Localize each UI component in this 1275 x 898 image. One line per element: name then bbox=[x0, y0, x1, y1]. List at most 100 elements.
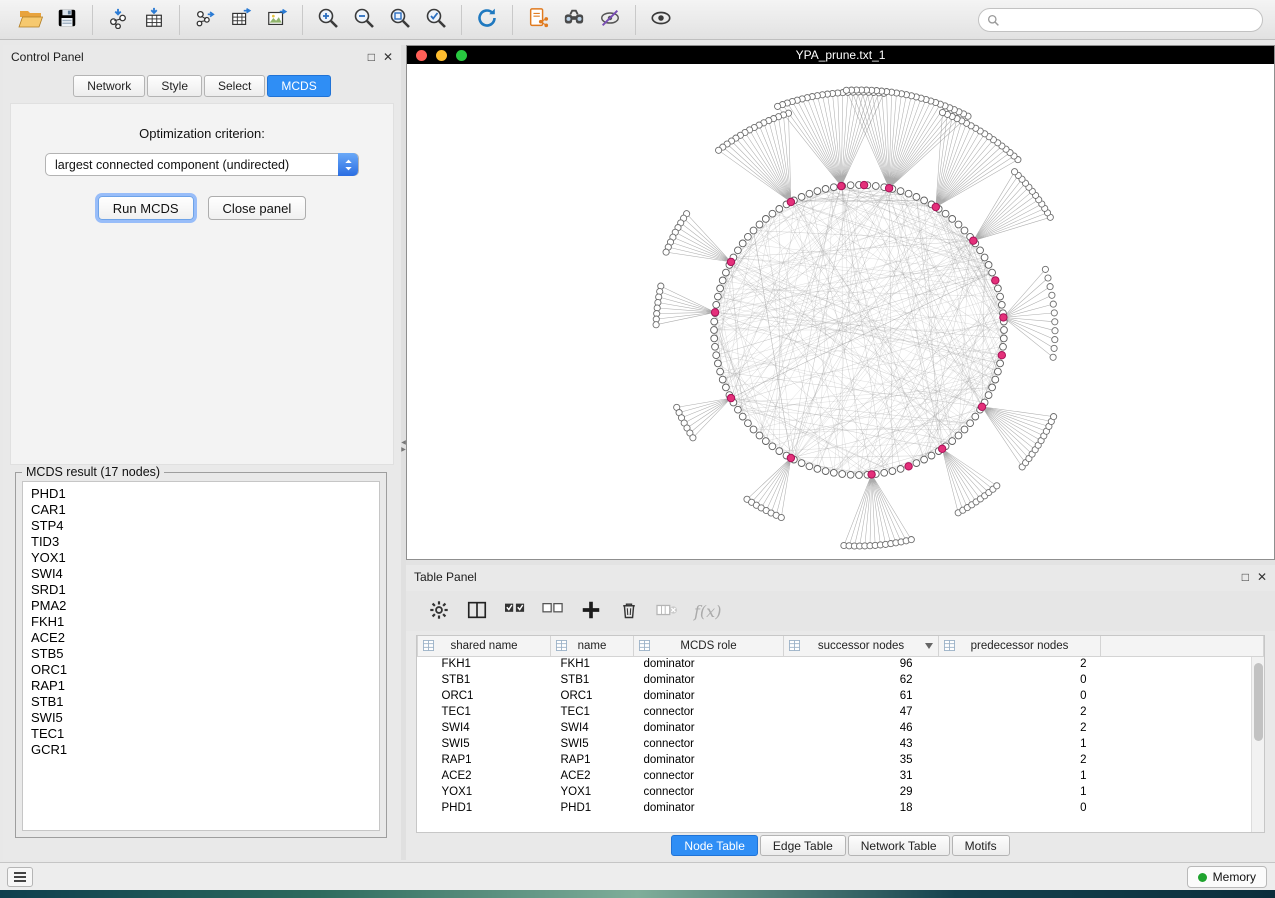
mcds-result-node[interactable]: CAR1 bbox=[31, 502, 379, 518]
network-node[interactable] bbox=[913, 460, 920, 467]
network-node[interactable] bbox=[711, 318, 718, 325]
tab-edge-table[interactable]: Edge Table bbox=[760, 835, 846, 856]
network-node[interactable] bbox=[806, 190, 813, 197]
network-node[interactable] bbox=[989, 384, 996, 391]
delete-column-button[interactable] bbox=[612, 596, 646, 626]
mcds-result-node[interactable]: STB5 bbox=[31, 646, 379, 662]
network-node[interactable] bbox=[745, 233, 752, 240]
dominator-node[interactable] bbox=[860, 181, 867, 188]
table-row[interactable]: PHD1PHD1dominator180 bbox=[418, 800, 1264, 816]
network-node[interactable] bbox=[961, 426, 968, 433]
optimization-criterion-select[interactable]: largest connected component (undirected) bbox=[45, 153, 359, 176]
network-node[interactable] bbox=[814, 466, 821, 473]
dominator-node[interactable] bbox=[970, 237, 977, 244]
dominator-node[interactable] bbox=[868, 471, 875, 478]
network-node[interactable] bbox=[712, 343, 719, 350]
apply-layout-button[interactable] bbox=[469, 5, 505, 35]
tab-network[interactable]: Network bbox=[73, 75, 145, 97]
network-node[interactable] bbox=[1000, 335, 1007, 342]
tab-select[interactable]: Select bbox=[204, 75, 265, 97]
table-row[interactable]: STB1STB1dominator620 bbox=[418, 672, 1264, 688]
network-node[interactable] bbox=[913, 194, 920, 201]
network-node[interactable] bbox=[985, 392, 992, 399]
table-row[interactable]: RAP1RAP1dominator352 bbox=[418, 752, 1264, 768]
dominator-node[interactable] bbox=[978, 403, 985, 410]
network-node[interactable] bbox=[762, 216, 769, 223]
status-menu-button[interactable] bbox=[7, 867, 33, 887]
dominator-node[interactable] bbox=[905, 463, 912, 470]
export-image-button[interactable] bbox=[259, 5, 295, 35]
network-node[interactable] bbox=[711, 335, 718, 342]
network-node[interactable] bbox=[822, 468, 829, 475]
close-table-panel-button[interactable]: ✕ bbox=[1257, 571, 1267, 583]
network-node[interactable] bbox=[908, 537, 914, 543]
import-table-button[interactable] bbox=[136, 5, 172, 35]
network-node[interactable] bbox=[690, 435, 696, 441]
network-node[interactable] bbox=[739, 413, 746, 420]
network-node[interactable] bbox=[998, 301, 1005, 308]
deselect-all-button[interactable] bbox=[536, 596, 570, 626]
mcds-result-node[interactable]: STB1 bbox=[31, 694, 379, 710]
dominator-node[interactable] bbox=[727, 258, 734, 265]
mcds-result-node[interactable]: ACE2 bbox=[31, 630, 379, 646]
zoom-out-button[interactable] bbox=[346, 5, 382, 35]
network-node[interactable] bbox=[889, 468, 896, 475]
tab-node-table[interactable]: Node Table bbox=[671, 835, 758, 856]
dominator-node[interactable] bbox=[787, 198, 794, 205]
network-node[interactable] bbox=[750, 227, 757, 234]
tab-network-table[interactable]: Network Table bbox=[848, 835, 950, 856]
mcds-result-node[interactable]: FKH1 bbox=[31, 614, 379, 630]
network-node[interactable] bbox=[762, 438, 769, 445]
network-node[interactable] bbox=[1012, 169, 1018, 175]
network-node[interactable] bbox=[711, 327, 718, 334]
network-node[interactable] bbox=[1051, 310, 1057, 316]
save-button[interactable] bbox=[49, 5, 85, 35]
dominator-node[interactable] bbox=[727, 394, 734, 401]
hide-columns-button[interactable] bbox=[650, 596, 684, 626]
network-node[interactable] bbox=[905, 190, 912, 197]
table-row[interactable]: TEC1TEC1connector472 bbox=[418, 704, 1264, 720]
tab-mcds[interactable]: MCDS bbox=[267, 75, 330, 97]
run-mcds-button[interactable]: Run MCDS bbox=[98, 196, 194, 220]
mcds-result-node[interactable]: PMA2 bbox=[31, 598, 379, 614]
network-node[interactable] bbox=[942, 210, 949, 217]
network-node[interactable] bbox=[881, 469, 888, 476]
network-node[interactable] bbox=[955, 432, 962, 439]
network-node[interactable] bbox=[989, 269, 996, 276]
network-node[interactable] bbox=[981, 254, 988, 261]
network-node[interactable] bbox=[756, 432, 763, 439]
network-node[interactable] bbox=[972, 413, 979, 420]
network-node[interactable] bbox=[897, 466, 904, 473]
dominator-node[interactable] bbox=[787, 454, 794, 461]
close-panel-button[interactable]: Close panel bbox=[208, 196, 307, 220]
table-row[interactable]: FKH1FKH1dominator962 bbox=[418, 656, 1264, 672]
network-node[interactable] bbox=[928, 452, 935, 459]
mcds-result-list[interactable]: PHD1CAR1STP4TID3YOX1SWI4SRD1PMA2FKH1ACE2… bbox=[22, 481, 380, 831]
dominator-node[interactable] bbox=[1000, 314, 1007, 321]
network-node[interactable] bbox=[717, 368, 724, 375]
network-node[interactable] bbox=[713, 352, 720, 359]
network-node[interactable] bbox=[921, 197, 928, 204]
network-node[interactable] bbox=[1045, 275, 1051, 281]
network-node[interactable] bbox=[967, 420, 974, 427]
network-node[interactable] bbox=[750, 426, 757, 433]
table-row[interactable]: YOX1YOX1connector291 bbox=[418, 784, 1264, 800]
network-node[interactable] bbox=[719, 376, 726, 383]
share-document-button[interactable] bbox=[520, 5, 556, 35]
network-node[interactable] bbox=[843, 87, 849, 93]
column-header-name[interactable]: name bbox=[551, 636, 634, 656]
network-node[interactable] bbox=[776, 448, 783, 455]
mcds-result-node[interactable]: RAP1 bbox=[31, 678, 379, 694]
column-header-shared-name[interactable]: shared name bbox=[418, 636, 551, 656]
close-panel-icon-button[interactable]: ✕ bbox=[383, 51, 393, 63]
network-node[interactable] bbox=[949, 438, 956, 445]
network-node[interactable] bbox=[769, 443, 776, 450]
dominator-node[interactable] bbox=[998, 352, 1005, 359]
network-node[interactable] bbox=[961, 227, 968, 234]
network-node[interactable] bbox=[939, 109, 945, 115]
column-header-successor-nodes[interactable]: successor nodes bbox=[784, 636, 939, 656]
import-network-button[interactable] bbox=[100, 5, 136, 35]
network-node[interactable] bbox=[776, 206, 783, 213]
network-node[interactable] bbox=[716, 147, 722, 153]
network-node[interactable] bbox=[723, 384, 730, 391]
